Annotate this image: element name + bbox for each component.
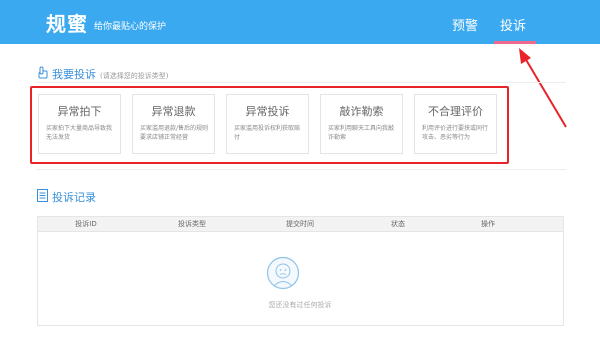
- complain-section-title: 我要投诉 (请选择您的投诉类型): [52, 66, 168, 82]
- complaint-type-card-abnormal-refund[interactable]: 异常退款 买家滥用退款/售后的规则要求店铺正常经营: [132, 94, 215, 154]
- tagline: 给你最贴心的保护: [94, 22, 167, 32]
- card-title: 不合理评价: [428, 105, 483, 118]
- card-desc: 利用评价进行要挟或同行攻击、恶劣等行为: [422, 125, 489, 141]
- complaint-type-card-unreasonable-review[interactable]: 不合理评价 利用评价进行要挟或同行攻击、恶劣等行为: [414, 94, 497, 154]
- card-desc: 买家滥用投诉权利获取赔付: [234, 125, 301, 141]
- divider: [36, 169, 566, 170]
- top-header: 规蜜 给你最贴心的保护 预警 投诉: [0, 0, 600, 44]
- hand-icon: [38, 66, 48, 79]
- card-desc: 买家利用聊天工具向我敲诈勒索: [328, 125, 395, 141]
- card-title: 异常退款: [151, 105, 196, 118]
- logo: 规蜜: [46, 12, 88, 36]
- complain-hint: (请选择您的投诉类型): [100, 72, 169, 80]
- card-title: 敲诈勒索: [339, 105, 384, 118]
- card-title: 异常拍下: [57, 105, 102, 118]
- card-title: 异常投诉: [245, 105, 290, 118]
- empty-face-icon: [266, 256, 300, 290]
- complaint-type-card-extortion[interactable]: 敲诈勒索 买家利用聊天工具向我敲诈勒索: [320, 94, 403, 154]
- column-header: 投诉ID: [75, 220, 97, 228]
- card-desc: 买家拍下大量商品导致我无法发货: [46, 125, 113, 141]
- column-header: 投诉类型: [178, 220, 206, 228]
- document-icon: [37, 189, 48, 202]
- column-header: 状态: [391, 220, 405, 228]
- column-header: 提交时间: [286, 220, 314, 228]
- column-header: 操作: [481, 220, 495, 228]
- complaint-type-card-abnormal-order[interactable]: 异常拍下 买家拍下大量商品导致我无法发货: [38, 94, 121, 154]
- divider: [36, 82, 566, 83]
- active-tab-underline: [494, 41, 536, 44]
- records-section-title: 投诉记录: [52, 191, 96, 204]
- complain-title-text: 我要投诉: [52, 68, 96, 81]
- table-header: 投诉ID 投诉类型 提交时间 状态 操作: [38, 217, 563, 232]
- nav-complaint-tab[interactable]: 投诉: [500, 15, 526, 34]
- card-desc: 买家滥用退款/售后的规则要求店铺正常经营: [140, 125, 209, 141]
- complaint-type-card-abnormal-complaint[interactable]: 异常投诉 买家滥用投诉权利获取赔付: [226, 94, 309, 154]
- nav-warning-tab[interactable]: 预警: [452, 15, 478, 34]
- empty-records-text: 您还没有过任何投诉: [268, 301, 332, 309]
